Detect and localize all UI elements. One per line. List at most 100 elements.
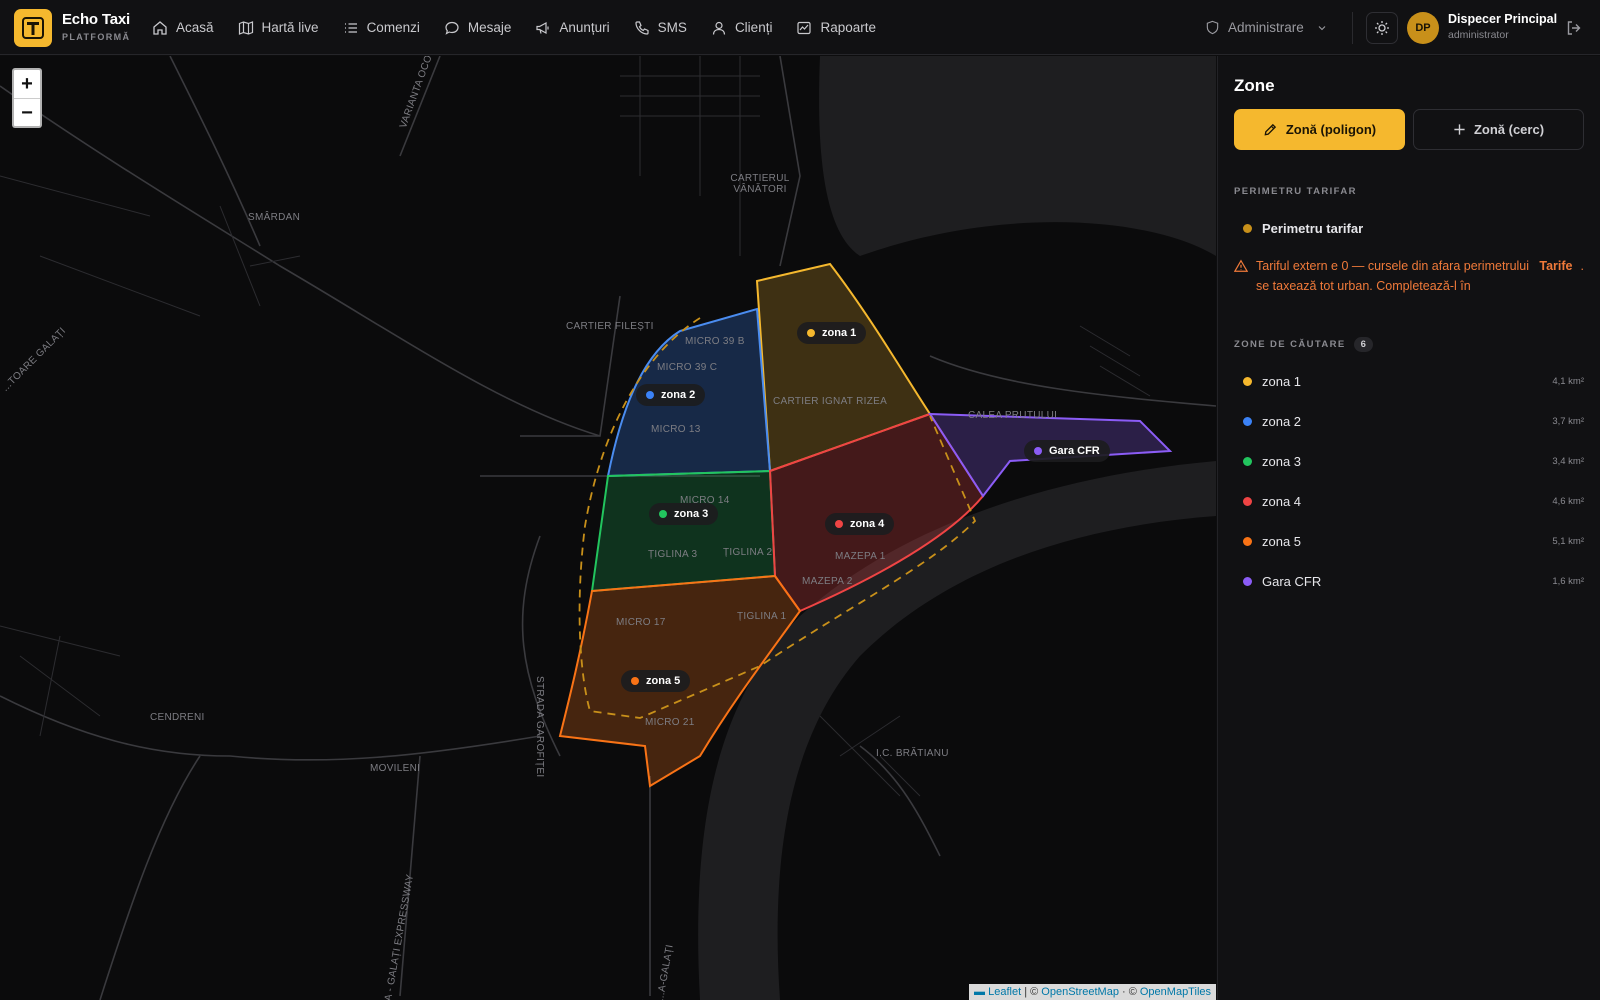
pencil-icon: [1264, 123, 1276, 136]
theme-toggle-button[interactable]: [1366, 12, 1398, 44]
zone-list-item-3[interactable]: zona 3 3,4 km²: [1234, 449, 1584, 473]
map-view[interactable]: + − SMÂRDAN VARIANTA OCOLIT... CARTIERUL…: [0, 56, 1216, 1000]
add-polygon-zone-button[interactable]: Zonă (poligon): [1234, 109, 1405, 150]
omt-link[interactable]: OpenMapTiles: [1140, 986, 1211, 998]
user-name: Dispecer Principal: [1448, 12, 1558, 26]
ukraine-flag-icon: ▬: [974, 986, 986, 998]
zone-area: 5,1 km²: [1552, 535, 1584, 547]
zone-list-item-1[interactable]: zona 1 4,1 km²: [1234, 369, 1584, 393]
zoom-out-button[interactable]: −: [14, 99, 40, 128]
nav-item-clienti[interactable]: Clienți: [711, 0, 773, 55]
place-label: MICRO 39 B: [685, 336, 745, 347]
warning-icon: [1234, 259, 1248, 272]
map-canvas[interactable]: [0, 56, 1216, 1000]
nav-item-acasa[interactable]: Acasă: [152, 0, 214, 55]
zone-name: zona 3: [1262, 453, 1302, 469]
nav-item-anunturi[interactable]: Anunțuri: [535, 0, 610, 55]
user-info[interactable]: Dispecer Principal administrator: [1448, 12, 1557, 41]
zone-name: Gara CFR: [1262, 573, 1322, 589]
perimeter-section-title: PERIMETRU TARIFAR: [1234, 186, 1357, 197]
place-label: MAZEPA 1: [835, 551, 886, 562]
warning-end: .: [1580, 259, 1584, 273]
zone-map-label-gara[interactable]: Gara CFR: [1024, 440, 1110, 462]
zone-list-item-5[interactable]: zona 5 5,1 km²: [1234, 529, 1584, 553]
zone-map-label-2[interactable]: zona 2: [636, 384, 706, 406]
perimeter-item-label: Perimetru tarifar: [1262, 220, 1364, 236]
add-polygon-zone-label: Zonă (poligon): [1285, 122, 1377, 137]
nav-item-comenzi[interactable]: Comenzi: [343, 0, 420, 55]
avatar[interactable]: DP: [1407, 12, 1439, 44]
perimeter-item[interactable]: Perimetru tarifar: [1234, 216, 1584, 240]
zone-area: 3,4 km²: [1552, 455, 1584, 467]
nav-label: Mesaje: [467, 20, 512, 35]
brand-name: Echo Taxi: [62, 11, 130, 28]
zone-map-label-text: Gara CFR: [1049, 445, 1100, 457]
zones-panel: Zone Zonă (poligon) Zonă (cerc) PERIMETR…: [1217, 56, 1600, 1000]
nav-label: Comenzi: [366, 20, 420, 35]
place-label: I.C. BRĂTIANU: [876, 748, 949, 759]
chart-icon: [797, 21, 812, 34]
place-label: ȚIGLINA 3: [648, 549, 698, 560]
list-icon: [344, 22, 357, 33]
shield-icon: [1206, 20, 1219, 35]
zone-color-dot: [646, 391, 654, 399]
place-label: ȚIGLINA 1: [737, 611, 787, 622]
zone-color-dot: [631, 677, 639, 685]
zone-map-label-5[interactable]: zona 5: [621, 670, 691, 692]
zone-map-label-text: zona 1: [822, 327, 857, 339]
nav-item-sms[interactable]: SMS: [634, 0, 687, 55]
zone-area: 1,6 km²: [1552, 575, 1584, 587]
place-label: ȚIGLINA 2: [723, 547, 773, 558]
nav-label: Hartă live: [261, 20, 319, 35]
zone-polygon-3[interactable]: [590, 469, 777, 593]
zone-color-dot: [807, 329, 815, 337]
zone-color-dot: [1243, 416, 1252, 426]
zone-map-label-text: zona 5: [646, 675, 681, 687]
tariff-warning: Tariful extern e 0 — cursele din afara p…: [1234, 256, 1584, 296]
admin-label: Administrare: [1228, 20, 1304, 35]
nav-item-rapoarte[interactable]: Rapoarte: [796, 0, 876, 55]
zone-area: 4,1 km²: [1552, 375, 1584, 387]
panel-title: Zone: [1234, 76, 1275, 95]
osm-link[interactable]: OpenStreetMap: [1041, 986, 1119, 998]
zone-color-dot: [1243, 576, 1252, 586]
zone-color-dot: [1243, 376, 1252, 386]
leaflet-link[interactable]: Leaflet: [988, 986, 1021, 998]
admin-menu[interactable]: Administrare: [1205, 0, 1328, 55]
zoom-in-button[interactable]: +: [14, 70, 40, 99]
zone-name: zona 5: [1262, 533, 1302, 549]
warning-text: Tariful extern e 0 — cursele din afara p…: [1256, 259, 1530, 293]
perimeter-color-dot: [1243, 223, 1252, 233]
nav-item-mesaje[interactable]: Mesaje: [444, 0, 512, 55]
app-logo[interactable]: [14, 9, 52, 47]
add-circle-zone-button[interactable]: Zonă (cerc): [1413, 109, 1584, 150]
logout-icon[interactable]: [1565, 19, 1583, 37]
zone-color-dot: [1243, 536, 1252, 546]
zone-list-item-gara[interactable]: Gara CFR 1,6 km²: [1234, 569, 1584, 593]
zone-map-label-text: zona 2: [661, 389, 696, 401]
add-circle-zone-label: Zonă (cerc): [1473, 122, 1545, 137]
zone-map-label-text: zona 4: [850, 518, 885, 530]
zone-list-item-4[interactable]: zona 4 4,6 km²: [1234, 489, 1584, 513]
tarife-link[interactable]: Tarife: [1539, 256, 1572, 296]
nav-item-harta-live[interactable]: Hartă live: [238, 0, 319, 55]
place-label: CARTIER IGNAT RIZEA: [773, 396, 888, 407]
chat-icon: [445, 21, 459, 35]
place-label: MICRO 17: [616, 617, 666, 628]
zones-section-title: ZONE DE CĂUTARE 6: [1234, 337, 1373, 352]
zone-map-label-text: zona 3: [674, 508, 709, 520]
place-label: MICRO 21: [645, 717, 695, 728]
zone-color-dot: [1034, 447, 1042, 455]
zone-map-label-4[interactable]: zona 4: [825, 513, 895, 535]
zone-map-label-1[interactable]: zona 1: [797, 322, 867, 344]
brand-subtitle: PLATFORMĂ: [62, 32, 131, 42]
phone-icon: [635, 20, 649, 35]
nav-label: Clienți: [734, 20, 773, 35]
place-label: MICRO 13: [651, 424, 701, 435]
zone-map-label-3[interactable]: zona 3: [649, 503, 719, 525]
zones-count-badge: 6: [1353, 337, 1373, 352]
nav-label: Acasă: [176, 20, 214, 35]
zone-list-item-2[interactable]: zona 2 3,7 km²: [1234, 409, 1584, 433]
zone-color-dot: [1243, 456, 1252, 466]
place-label: CARTIERUL VÂNĂTORI: [730, 173, 790, 195]
